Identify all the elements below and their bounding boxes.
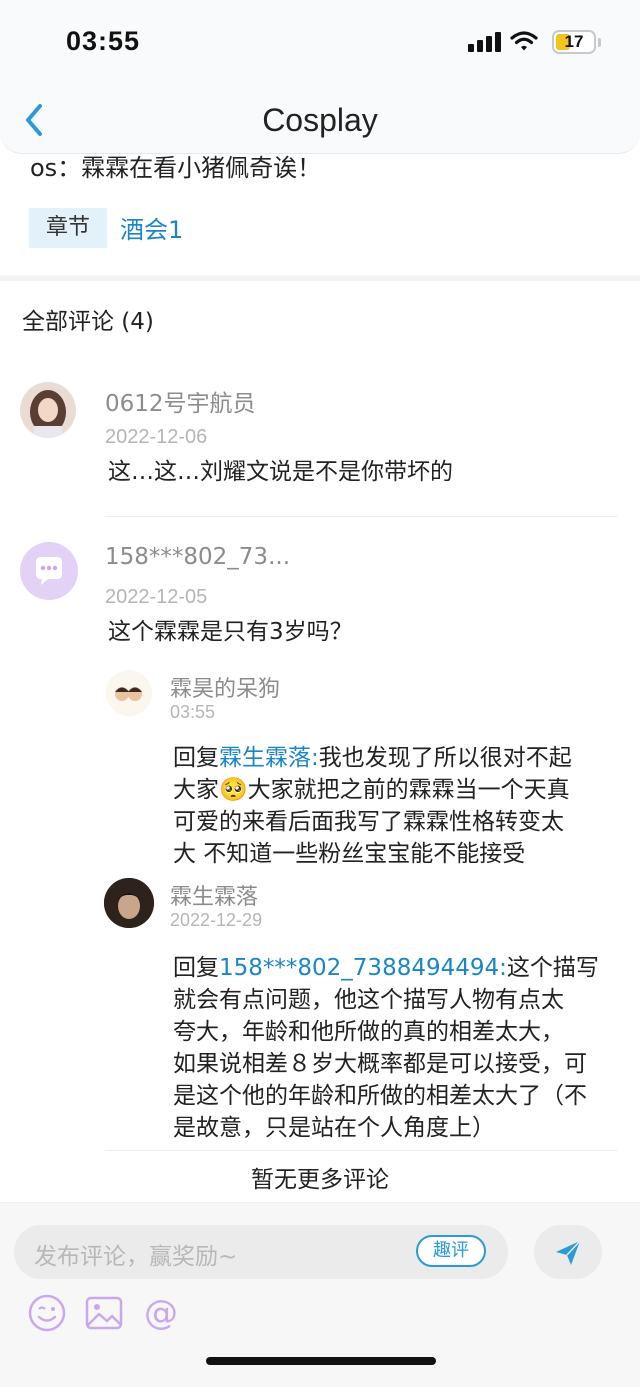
comment-username[interactable]: 0612号宇航员 xyxy=(105,384,256,418)
chapter-link[interactable]: 酒会1 xyxy=(120,210,183,245)
navigation-bar: Cosplay xyxy=(0,88,640,154)
comments-header: 全部评论 (4) xyxy=(22,309,154,335)
comment-text: 这个霖霖是只有3岁吗？ xyxy=(108,619,353,645)
reply-line-text: 我也发现了所以很对不起 xyxy=(318,745,572,771)
reply-line: 是故意，只是站在个人角度上） xyxy=(173,1115,495,1141)
status-time: 03:55 xyxy=(66,26,141,56)
reply-line: 大 不知道一些粉丝宝宝能不能接受 xyxy=(173,841,526,867)
at-icon[interactable]: @ xyxy=(141,1293,181,1333)
battery-icon: 17 xyxy=(552,30,596,54)
chat-bubble-avatar-icon xyxy=(36,557,62,585)
section-divider xyxy=(0,275,640,281)
comment-input[interactable]: 发布评论，赢奖励~ 趣评 xyxy=(14,1225,508,1279)
svg-text:@: @ xyxy=(144,1293,178,1333)
reply-target-link[interactable]: 158***802_7388494494: xyxy=(219,955,507,981)
emoji-icon[interactable] xyxy=(27,1293,67,1333)
reply-line: 夸大，年龄和他所做的真的相差太大， xyxy=(173,1019,564,1045)
reply-line-text: 这个描写 xyxy=(506,955,599,981)
reply-prefix: 回复 xyxy=(173,745,219,771)
status-bar: 03:55 17 xyxy=(0,0,640,88)
comment-date: 2022-12-06 xyxy=(105,426,208,448)
battery-level: 17 xyxy=(564,32,584,51)
reply-target-link[interactable]: 霖生霖落: xyxy=(219,745,319,771)
reply-username[interactable]: 霖昊的呆狗 xyxy=(170,671,280,703)
comment-date: 2022-12-05 xyxy=(105,586,208,608)
reply-date: 2022-12-29 xyxy=(170,910,263,930)
avatar[interactable] xyxy=(104,878,154,928)
reply-text: 回复霖生霖落:我也发现了所以很对不起 大家🥺大家就把之前的霖霖当一个天真 可爱的… xyxy=(173,742,623,870)
cellular-signal-icon xyxy=(468,32,502,52)
comment-username[interactable]: 158***802_73... xyxy=(105,544,290,570)
cartoon-avatar-icon xyxy=(115,687,142,701)
reply-username[interactable]: 霖生霖落 xyxy=(170,879,258,911)
reply-line: 回复霖生霖落:我也发现了所以很对不起 xyxy=(173,742,623,774)
home-indicator xyxy=(206,1357,436,1365)
reply-prefix: 回复 xyxy=(173,955,219,981)
reply-line: 如果说相差８岁大概率都是可以接受，可 xyxy=(173,1051,587,1077)
comment-divider xyxy=(105,1150,618,1151)
send-plane-icon xyxy=(556,1240,581,1265)
reply-date: 03:55 xyxy=(170,702,216,722)
reply-line: 是这个他的年龄和所做的相差太大了（不 xyxy=(173,1083,587,1109)
quping-button[interactable]: 趣评 xyxy=(416,1235,486,1267)
comment-input-placeholder: 发布评论，赢奖励~ xyxy=(34,1244,238,1270)
chapter-tag: 章节 xyxy=(29,208,107,248)
send-button[interactable] xyxy=(534,1225,602,1279)
user-photo-icon xyxy=(20,382,76,438)
battery-cap xyxy=(598,38,601,47)
user-photo-icon xyxy=(104,878,154,928)
reply-line: 大家🥺大家就把之前的霖霖当一个天真 xyxy=(173,777,570,803)
avatar[interactable] xyxy=(20,542,78,600)
reply-text: 回复158***802_7388494494:这个描写 就会有点问题，他这个描写… xyxy=(173,952,623,1144)
reply-line: 就会有点问题，他这个描写人物有点太 xyxy=(173,987,564,1013)
comment-composer: 发布评论，赢奖励~ 趣评 @ xyxy=(0,1202,640,1387)
image-icon[interactable] xyxy=(84,1293,124,1333)
page-title: Cosplay xyxy=(262,102,378,138)
comment-divider xyxy=(105,516,618,517)
reply-line: 回复158***802_7388494494:这个描写 xyxy=(173,952,623,984)
avatar[interactable] xyxy=(20,382,76,438)
no-more-comments: 暂无更多评论 xyxy=(251,1167,389,1193)
avatar[interactable] xyxy=(106,670,152,716)
wifi-icon xyxy=(510,31,538,51)
comment-text: 这…这…刘耀文说是不是你带坏的 xyxy=(108,459,453,485)
reply-line: 可爱的来看后面我写了霖霖性格转变太 xyxy=(173,809,564,835)
